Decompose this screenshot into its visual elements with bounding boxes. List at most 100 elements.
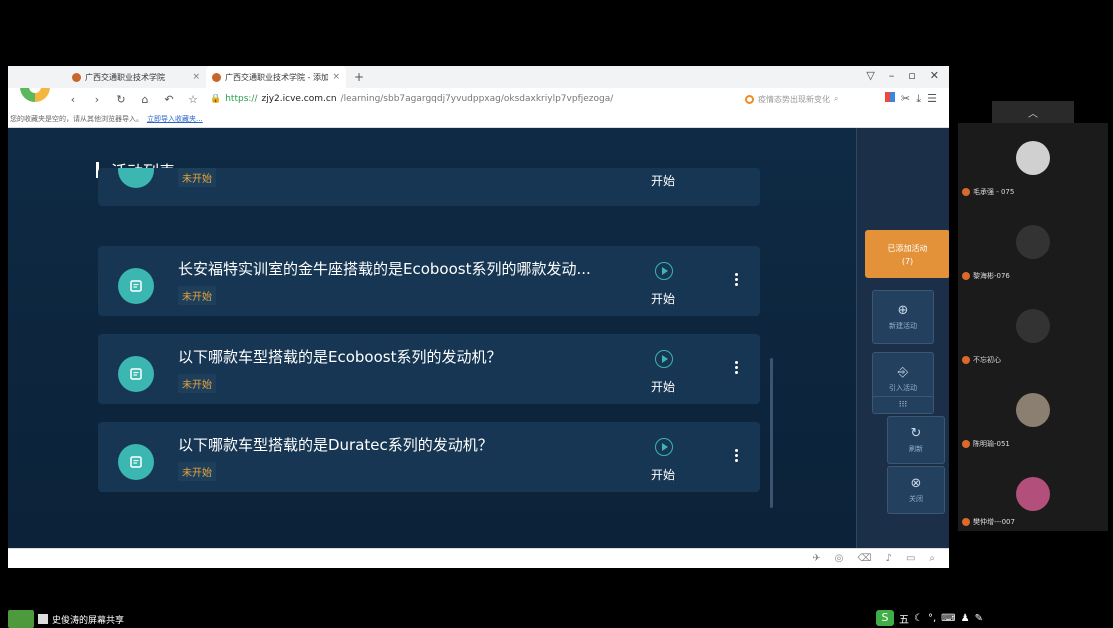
ime-mode[interactable]: 五 — [899, 611, 909, 626]
tab-1[interactable]: 广西交通职业技术学院 × — [66, 66, 206, 88]
screen: 广西交通职业技术学院 × 广西交通职业技术学院 - 添加 × + ▽ – ▫ ✕… — [0, 0, 1113, 628]
url-host: zjy2.icve.com.cn — [261, 94, 337, 104]
activity-icon — [118, 168, 154, 188]
punctuation-icon[interactable]: °, — [928, 613, 936, 624]
search-placeholder: 疫情态势出现新变化 — [758, 94, 831, 104]
status-badge: 未开始 — [178, 168, 216, 187]
play-icon[interactable] — [655, 350, 673, 368]
close-button[interactable]: ⊗ 关闭 — [887, 466, 945, 514]
trash-icon[interactable]: ⌫ — [857, 553, 871, 564]
moon-icon[interactable]: ☾ — [914, 613, 923, 624]
play-icon[interactable] — [655, 262, 673, 280]
collapse-up-icon[interactable]: ︿ — [992, 101, 1074, 123]
activity-card[interactable]: 未开始 开始 — [98, 168, 760, 206]
mic-icon — [962, 188, 970, 196]
app-icon[interactable] — [8, 610, 34, 628]
skin-icon[interactable]: ♟ — [961, 613, 970, 624]
camera-icon[interactable]: ◎ — [835, 553, 844, 564]
search-input[interactable]: 疫情态势出现新变化 ⌕ — [745, 94, 875, 105]
keyboard-icon[interactable]: ⌨ — [941, 613, 955, 624]
close-tab-icon[interactable]: × — [192, 72, 200, 82]
more-options-icon[interactable] — [735, 361, 739, 374]
address-bar: ‹ › ↻ ⌂ ↶ ☆ 🔒 https://zjy2.icve.com.cn/l… — [8, 88, 949, 110]
zoom-icon[interactable]: ⌕ — [929, 553, 935, 564]
activity-side-panel: 已添加活动 (7) ⊕ 新建活动 ⎆ 引入活动 ⁝⁝⁝ ↻ 刷新 ⊗ 关闭 — [856, 128, 949, 548]
more-options-icon[interactable] — [735, 449, 739, 462]
rocket-icon[interactable]: ✈ — [812, 553, 820, 564]
forward-icon[interactable]: › — [90, 93, 104, 106]
play-icon[interactable] — [655, 438, 673, 456]
scrollbar[interactable] — [770, 358, 773, 508]
plus-circle-icon: ⊕ — [897, 303, 909, 318]
tab-title: 广西交通职业技术学院 - 添加 — [225, 72, 329, 82]
window-icon[interactable]: ▭ — [906, 553, 915, 564]
status-badge: 未开始 — [178, 462, 216, 481]
back-icon[interactable]: ‹ — [66, 93, 80, 106]
browser-status-bar: ✈ ◎ ⌫ ♪ ▭ ⌕ — [8, 548, 949, 568]
search-icon[interactable]: ⌕ — [834, 94, 838, 104]
start-button[interactable]: 开始 — [651, 378, 675, 395]
activity-card[interactable]: 以下哪款车型搭载的是Duratec系列的发动机？ 未开始 开始 — [98, 422, 760, 492]
mic-icon — [962, 518, 970, 526]
sogou-ime-icon[interactable]: S — [876, 610, 894, 626]
download-icon[interactable]: ⤓ — [916, 92, 921, 106]
maximize-icon[interactable]: ▫ — [908, 69, 915, 82]
more-options-icon[interactable] — [735, 273, 739, 286]
minimize-icon[interactable]: – — [889, 69, 895, 82]
import-bookmarks-link[interactable]: 立即导入收藏夹... — [147, 114, 203, 124]
added-activities-button[interactable]: 已添加活动 (7) — [865, 230, 949, 278]
activity-card[interactable]: 以下哪款车型搭载的是Ecoboost系列的发动机？ 未开始 开始 — [98, 334, 760, 404]
shield-icon[interactable]: ▽ — [866, 69, 874, 82]
menu-icon[interactable]: ☰ — [927, 92, 937, 106]
url-scheme: https:// — [225, 94, 258, 104]
close-label: 关闭 — [909, 495, 923, 503]
added-count: (7) — [901, 256, 914, 266]
apps-icon[interactable] — [885, 92, 896, 102]
participant-name-text: 樊仲增---007 — [973, 518, 1015, 526]
star-icon[interactable]: ☆ — [186, 93, 200, 106]
refresh-label: 刷新 — [909, 445, 923, 453]
mic-icon — [962, 356, 970, 364]
cut-icon[interactable]: ✂ — [901, 92, 910, 106]
new-tab-icon[interactable]: + — [354, 70, 364, 84]
close-tab-icon[interactable]: × — [332, 72, 340, 82]
start-button[interactable]: 开始 — [651, 172, 675, 189]
settings-icon[interactable]: ✎ — [975, 613, 983, 624]
undo-icon[interactable]: ↶ — [162, 93, 176, 106]
tab-2[interactable]: 广西交通职业技术学院 - 添加 × — [206, 66, 346, 88]
participant-tile[interactable]: 毛承强 - 075 — [958, 123, 1108, 207]
participants-panel: ︿ 毛承强 - 075 黎海彬-076 不忘初心 陈明瑜-051 樊仲增---0… — [958, 101, 1108, 531]
avatar — [1016, 477, 1050, 511]
search-engine-icon — [745, 94, 755, 104]
participant-name: 不忘初心 — [962, 355, 1001, 365]
grid-menu-icon[interactable]: ⁝⁝⁝ — [872, 396, 934, 414]
bookmark-hint: 您的收藏夹是空的，请从其他浏览器导入。 — [10, 114, 143, 123]
screen-icon — [38, 614, 48, 624]
page-content: 活动列表 未开始 开始 长安福特实训室的金牛座搭载的是Ecoboost系列的哪款… — [8, 128, 949, 548]
start-button[interactable]: 开始 — [651, 466, 675, 483]
activity-card[interactable]: 长安福特实训室的金牛座搭载的是Ecoboost系列的哪款发动... 未开始 开始 — [98, 246, 760, 316]
participant-tile[interactable]: 樊仲增---007 — [958, 459, 1108, 531]
avatar — [1016, 141, 1050, 175]
participant-tile[interactable]: 黎海彬-076 — [958, 207, 1108, 291]
status-badge: 未开始 — [178, 286, 216, 305]
sound-icon[interactable]: ♪ — [886, 553, 892, 564]
quiz-icon — [118, 444, 154, 480]
new-activity-button[interactable]: ⊕ 新建活动 — [872, 290, 934, 344]
url-field[interactable]: 🔒 https://zjy2.icve.com.cn/learning/sbb7… — [210, 94, 735, 104]
share-text: 史俊涛的屏幕共享 — [52, 615, 125, 626]
home-icon[interactable]: ⌂ — [138, 93, 152, 106]
participant-tile[interactable]: 不忘初心 — [958, 291, 1108, 375]
close-window-icon[interactable]: ✕ — [930, 69, 939, 82]
quiz-icon — [118, 268, 154, 304]
url-path: /learning/sbb7agargqdj7yvudppxag/oksdaxk… — [340, 94, 614, 104]
refresh-button[interactable]: ↻ 刷新 — [887, 416, 945, 464]
window-controls: ▽ – ▫ ✕ — [866, 69, 939, 82]
participant-name: 黎海彬-076 — [962, 271, 1010, 281]
reload-icon[interactable]: ↻ — [114, 93, 128, 106]
lock-icon: 🔒 — [210, 94, 222, 104]
participant-tile[interactable]: 陈明瑜-051 — [958, 375, 1108, 459]
start-button[interactable]: 开始 — [651, 290, 675, 307]
new-label: 新建活动 — [889, 322, 917, 330]
participant-name-text: 陈明瑜-051 — [973, 440, 1010, 448]
